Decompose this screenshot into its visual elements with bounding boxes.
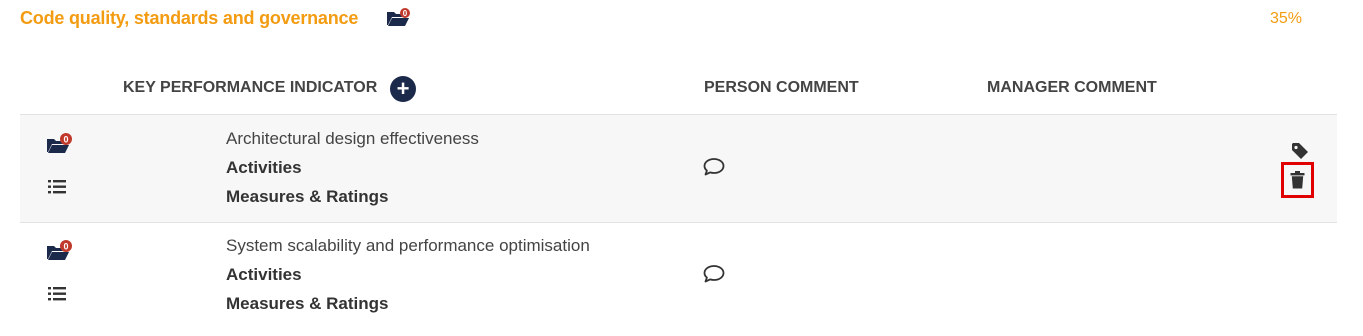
measures-ratings-link[interactable]: Measures & Ratings [226,187,389,207]
section-title: Code quality, standards and governance [20,8,359,28]
header-kpi: KEY PERFORMANCE INDICATOR [123,79,378,96]
comment-icon[interactable] [703,157,725,177]
plus-icon: + [396,76,410,101]
comment-icon[interactable] [703,264,725,284]
folder-open-icon[interactable]: 0 [386,8,412,28]
list-icon[interactable] [48,287,66,301]
folder-open-icon[interactable]: 0 [46,133,74,155]
table-row: 0 Architectural design effectiveness Act… [20,115,1337,223]
kpi-name: System scalability and performance optim… [226,236,590,255]
table-row: 0 System scalability and performance opt… [20,223,1337,336]
tag-icon[interactable] [1291,142,1309,160]
activities-link[interactable]: Activities [226,265,302,285]
table-header: KEY PERFORMANCE INDICATOR + PERSON COMME… [20,72,1337,115]
header-person-comment: PERSON COMMENT [704,79,859,96]
measures-ratings-link[interactable]: Measures & Ratings [226,294,389,314]
section-weight: 35% [1270,10,1303,27]
add-kpi-button[interactable]: + [390,76,416,102]
section-attachment-count: 0 [403,9,408,18]
trash-icon [1290,171,1305,189]
header-manager-comment: MANAGER COMMENT [987,79,1157,96]
list-icon[interactable] [48,180,66,194]
delete-kpi-button[interactable] [1281,162,1314,198]
folder-open-icon[interactable]: 0 [46,240,74,262]
kpi-name: Architectural design effectiveness [226,129,479,148]
kpi-section: Code quality, standards and governance 0… [0,0,1363,336]
activities-link[interactable]: Activities [226,158,302,178]
row-attachment-count: 0 [63,135,68,145]
row-attachment-count: 0 [63,242,68,252]
